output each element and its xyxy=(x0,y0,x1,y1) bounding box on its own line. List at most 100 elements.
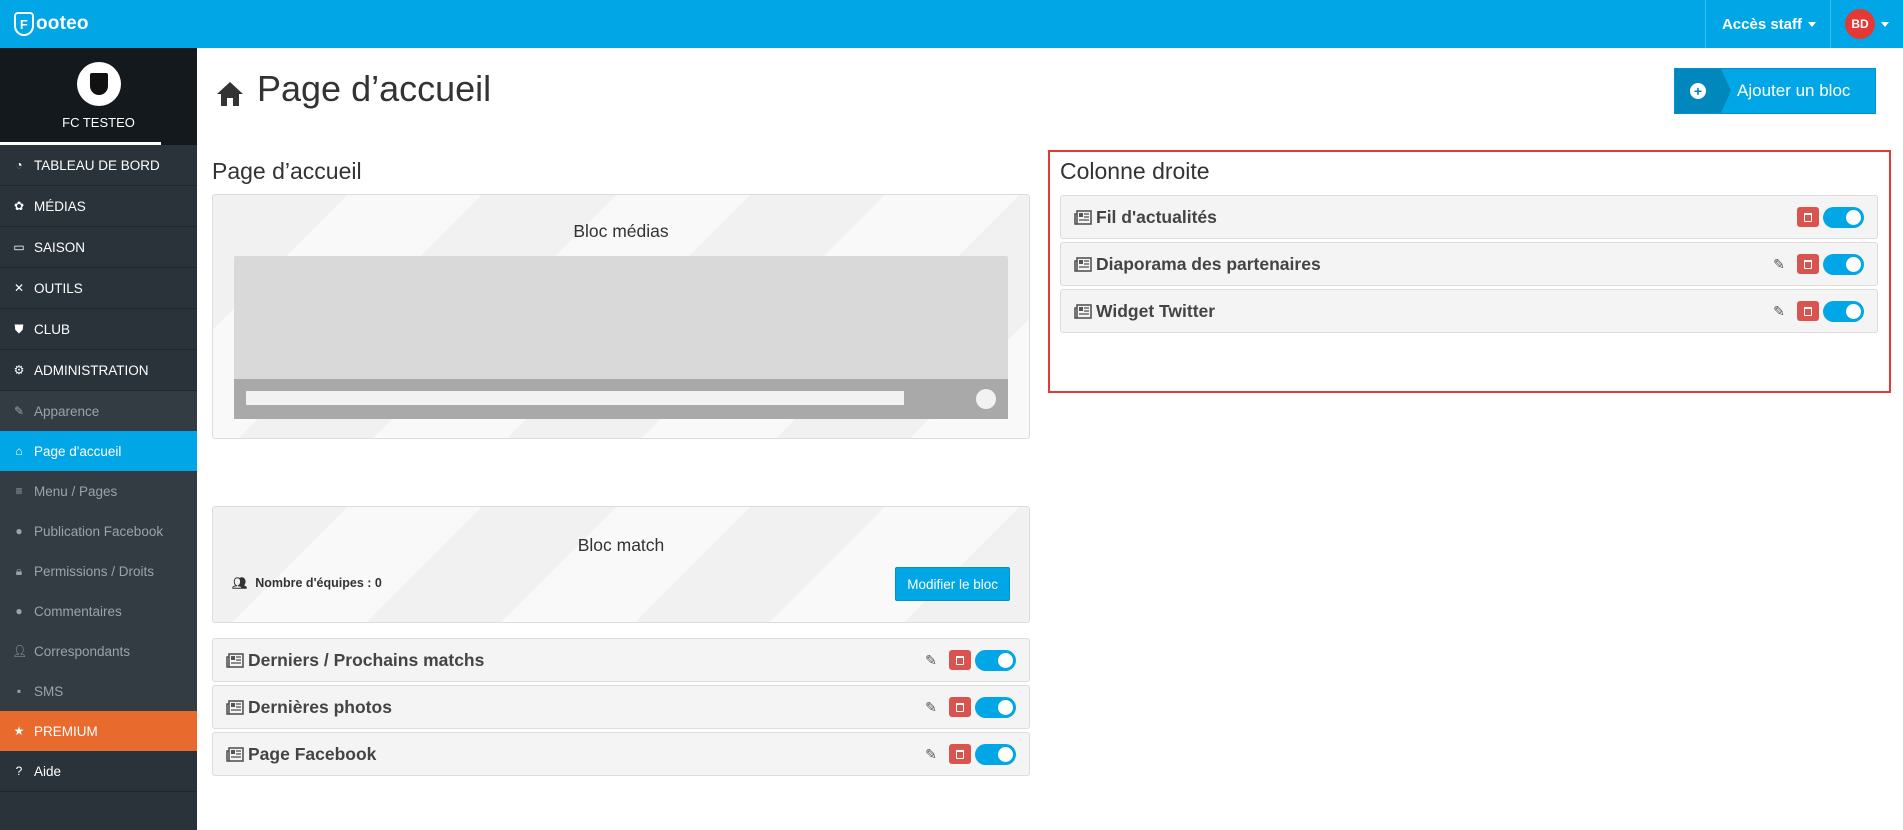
block-row[interactable]: Derniers / Prochains matchs ✎ xyxy=(212,638,1030,682)
block-row[interactable]: Dernières photos ✎ xyxy=(212,685,1030,729)
newspaper-icon xyxy=(226,746,244,762)
toggle-knob xyxy=(1846,256,1861,272)
sidebar-item-outils[interactable]: ✕ OUTILS xyxy=(0,268,197,309)
staff-access-dropdown[interactable]: Accès staff xyxy=(1704,0,1831,48)
shield-icon: ⛊ xyxy=(14,321,24,336)
main-content: Page d’accueil + Ajouter un bloc Page d’… xyxy=(197,48,1903,830)
block-row[interactable]: Page Facebook ✎ xyxy=(212,732,1030,776)
trash-icon xyxy=(956,749,964,759)
menu-icon: ≡ xyxy=(15,484,23,498)
star-icon: ★ xyxy=(13,724,25,738)
delete-button[interactable] xyxy=(949,744,971,764)
club-name: FC TESTEO xyxy=(62,115,135,130)
sidebar-item-premium[interactable]: ★ PREMIUM xyxy=(0,711,197,751)
delete-button[interactable] xyxy=(1797,301,1819,321)
sidebar-item-club[interactable]: ⛊ CLUB xyxy=(0,309,197,350)
block-row[interactable]: Diaporama des partenaires ✎ xyxy=(1060,242,1878,286)
sidebar-item-publication-facebook[interactable]: ● Publication Facebook xyxy=(0,511,197,551)
trash-icon xyxy=(1804,259,1812,269)
enable-toggle[interactable] xyxy=(1823,253,1864,275)
enable-toggle[interactable] xyxy=(975,743,1016,765)
match-block-title: Bloc match xyxy=(577,535,665,555)
top-bar: F ooteo Accès staff BD xyxy=(0,0,1903,48)
edit-icon[interactable]: ✎ xyxy=(922,699,940,716)
block-row-label: Dernières photos xyxy=(248,696,392,717)
sidebar-item-aide[interactable]: ? Aide xyxy=(0,751,197,792)
user-menu[interactable]: BD xyxy=(1831,0,1903,48)
enable-toggle[interactable] xyxy=(1823,300,1864,322)
home-icon xyxy=(215,75,245,106)
club-underline xyxy=(0,142,161,145)
sidebar-item-administration[interactable]: ⚙ ADMINISTRATION xyxy=(0,350,197,391)
home-icon: ⌂ xyxy=(15,444,23,458)
sidebar-item-dashboard[interactable]: ◔ TABLEAU DE BORD xyxy=(0,145,197,186)
delete-button[interactable] xyxy=(949,650,971,670)
users-icon: 👥︎ xyxy=(232,576,248,590)
sidebar-item-label: TABLEAU DE BORD xyxy=(34,157,160,173)
lock-icon: 🔒︎ xyxy=(15,563,23,578)
sidebar-item-label: Apparence xyxy=(34,403,100,419)
sidebar-item-correspondants[interactable]: 👤︎ Correspondants xyxy=(0,631,197,671)
match-block: Bloc match 👥︎ Nombre d'équipes : 0 Modif… xyxy=(212,506,1030,623)
sidebar-item-label: SAISON xyxy=(34,239,86,255)
sidebar-item-label: SMS xyxy=(34,683,64,699)
row-actions: ✎ xyxy=(922,639,1016,681)
sidebar-item-permissions[interactable]: 🔒︎ Permissions / Droits xyxy=(0,551,197,591)
sidebar-item-label: ADMINISTRATION xyxy=(34,362,149,378)
page-title-text: Page d’accueil xyxy=(257,68,492,109)
block-row[interactable]: Fil d'actualités xyxy=(1060,195,1878,239)
sms-icon: ▪ xyxy=(16,684,22,698)
enable-toggle[interactable] xyxy=(975,649,1016,671)
edit-icon[interactable]: ✎ xyxy=(922,746,940,763)
block-row[interactable]: Widget Twitter ✎ xyxy=(1060,289,1878,333)
stripes-background xyxy=(213,507,1029,622)
app-logo[interactable]: F ooteo xyxy=(14,12,89,36)
logo-mark-icon: F xyxy=(14,12,34,36)
enable-toggle[interactable] xyxy=(1823,206,1864,228)
teams-count: 👥︎ Nombre d'équipes : 0 xyxy=(232,576,382,590)
club-shield-icon xyxy=(89,73,108,95)
tools-icon: ✕ xyxy=(13,281,25,295)
user-plus-icon: 👤︎ xyxy=(12,644,28,658)
comment-icon: ● xyxy=(15,604,23,618)
sidebar-item-page-accueil[interactable]: ⌂ Page d'accueil xyxy=(0,431,197,471)
edit-icon[interactable]: ✎ xyxy=(922,652,940,669)
teams-count-label: Nombre d'équipes : 0 xyxy=(255,576,382,590)
staff-access-label: Accès staff xyxy=(1721,15,1802,33)
block-row-label: Derniers / Prochains matchs xyxy=(248,649,485,670)
enable-toggle[interactable] xyxy=(975,696,1016,718)
newspaper-icon xyxy=(226,652,244,668)
sidebar-item-commentaires[interactable]: ● Commentaires xyxy=(0,591,197,631)
card-icon: ▭ xyxy=(13,240,25,254)
club-header[interactable]: FC TESTEO xyxy=(0,48,197,145)
sidebar-item-label: Publication Facebook xyxy=(34,523,164,539)
sidebar-item-medias[interactable]: ✿ MÉDIAS xyxy=(0,186,197,227)
toggle-knob xyxy=(998,699,1013,715)
modify-block-button[interactable]: Modifier le bloc xyxy=(895,567,1010,601)
edit-icon[interactable]: ✎ xyxy=(1770,256,1788,273)
top-bar-right: Accès staff BD xyxy=(1704,0,1903,48)
gear-icon: ⚙ xyxy=(13,363,25,377)
delete-button[interactable] xyxy=(949,697,971,717)
palette-icon: ✿ xyxy=(13,199,25,213)
add-block-button[interactable]: + Ajouter un bloc xyxy=(1674,68,1876,114)
toggle-knob xyxy=(1846,303,1861,319)
sidebar-item-label: Page d'accueil xyxy=(34,443,122,459)
toggle-knob xyxy=(998,746,1013,762)
sidebar-item-label: MÉDIAS xyxy=(34,198,86,214)
right-column-title: Colonne droite xyxy=(1060,158,1210,184)
sidebar-item-sms[interactable]: ▪ SMS xyxy=(0,671,197,711)
page-title: Page d’accueil xyxy=(215,68,491,110)
sidebar-item-menu-pages[interactable]: ≡ Menu / Pages xyxy=(0,471,197,511)
add-block-label: Ajouter un bloc xyxy=(1737,81,1851,100)
delete-button[interactable] xyxy=(1797,254,1819,274)
newspaper-icon xyxy=(1074,303,1092,319)
sidebar-item-saison[interactable]: ▭ SAISON xyxy=(0,227,197,268)
delete-button[interactable] xyxy=(1797,207,1819,227)
sidebar-item-apparence[interactable]: ✎ Apparence xyxy=(0,391,197,431)
sidebar: FC TESTEO ◔ TABLEAU DE BORD ✿ MÉDIAS ▭ SAIS… xyxy=(0,48,197,830)
row-actions: ✎ xyxy=(922,733,1016,775)
row-actions xyxy=(1797,196,1864,238)
sidebar-item-label: CLUB xyxy=(34,321,71,337)
edit-icon[interactable]: ✎ xyxy=(1770,303,1788,320)
